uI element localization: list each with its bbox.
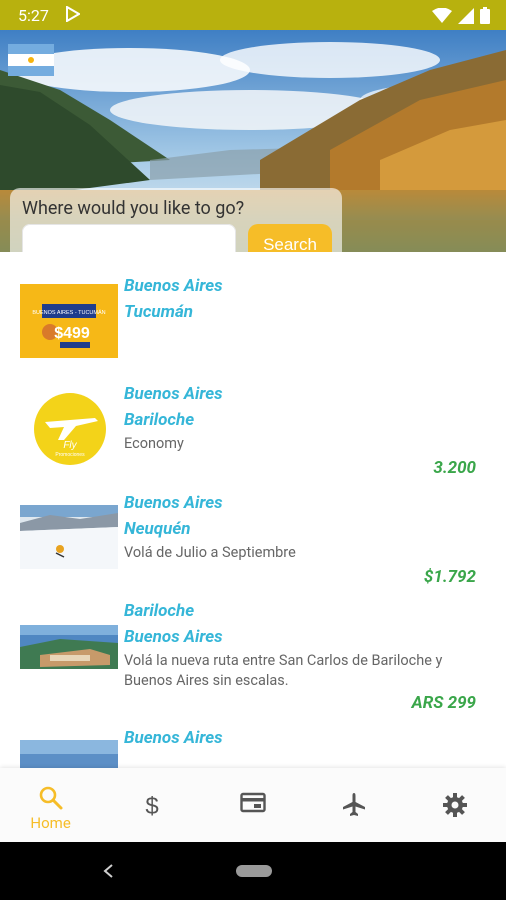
deal-card[interactable]: Bariloche Buenos Aires Volá la nueva rut… <box>0 597 506 713</box>
card-icon <box>240 792 266 813</box>
ski-slope-image <box>20 505 118 569</box>
coastal-town-image <box>20 625 118 669</box>
deal-origin: Buenos Aires <box>124 384 223 404</box>
deal-description: Volá de Julio a Septiembre <box>124 544 296 561</box>
airplane-icon <box>343 793 366 816</box>
deal-card[interactable]: BUENOS AIRES - TUCUMÁN $499 Buenos Aires… <box>0 272 506 384</box>
deal-origin: Bariloche <box>124 601 195 621</box>
deal-price: 3.200 <box>433 458 476 478</box>
deal-card[interactable]: Fly Promociones Buenos Aires Bariloche E… <box>0 380 506 492</box>
nav-home-label: Home <box>30 814 71 832</box>
bariloche-coast-thumbnail <box>20 625 118 669</box>
argentina-flag-icon[interactable] <box>8 44 54 76</box>
status-icons <box>432 7 490 24</box>
home-pill[interactable] <box>236 865 272 877</box>
fly-logo-thumbnail: Fly Promociones <box>20 392 118 466</box>
battery-icon <box>480 7 490 24</box>
search-button[interactable]: Search <box>248 224 332 252</box>
bottom-navigation: Home $ <box>0 768 506 842</box>
deals-list[interactable]: BUENOS AIRES - TUCUMÁN $499 Buenos Aires… <box>0 252 506 768</box>
deal-destination: Tucumán <box>124 302 194 322</box>
deal-description: Volá la nueva ruta entre San Carlos de B… <box>124 652 443 689</box>
deal-card[interactable]: Buenos Aires Neuquén Volá de Julio a Sep… <box>0 489 506 601</box>
svg-text:$: $ <box>145 793 158 820</box>
dollar-icon: $ <box>145 793 158 820</box>
deal-destination: Buenos Aires <box>124 627 223 647</box>
promo-price-text: $499 <box>54 325 90 342</box>
nav-cards[interactable] <box>202 768 303 842</box>
destination-search-input[interactable] <box>22 224 236 252</box>
partial-image <box>20 740 118 768</box>
neuquen-snow-thumbnail <box>20 505 118 569</box>
deal-destination: Neuquén <box>124 519 191 539</box>
play-store-icon <box>66 6 80 22</box>
deal-description: Economy <box>124 435 184 452</box>
nav-settings[interactable] <box>405 768 506 842</box>
deal-price: $1.792 <box>423 567 476 587</box>
search-panel: Where would you like to go? Search <box>10 188 342 252</box>
deal-card[interactable]: Buenos Aires <box>0 724 506 768</box>
status-time: 5:27 <box>18 6 49 25</box>
promo-badge-text: BUENOS AIRES - TUCUMÁN <box>32 309 105 316</box>
deal-destination: Bariloche <box>124 410 195 430</box>
wifi-icon <box>432 7 452 23</box>
gear-icon <box>443 793 468 817</box>
system-navigation-bar <box>0 842 506 900</box>
back-icon[interactable] <box>102 863 116 879</box>
partial-thumbnail <box>20 740 118 768</box>
search-icon <box>39 786 63 810</box>
status-bar: 5:27 <box>0 0 506 30</box>
signal-icon <box>458 7 474 24</box>
nav-flights[interactable] <box>304 768 405 842</box>
fly-logo-word: Fly <box>63 440 77 451</box>
promo-tucuman-thumbnail: BUENOS AIRES - TUCUMÁN $499 <box>20 284 118 358</box>
deal-price: ARS 299 <box>411 693 476 713</box>
nav-home[interactable]: Home <box>0 768 101 842</box>
deal-origin: Buenos Aires <box>124 493 223 513</box>
fly-logo-sub: Promociones <box>55 452 85 458</box>
fly-promociones-logo: Fly Promociones <box>34 393 106 465</box>
deal-origin: Buenos Aires <box>124 728 223 748</box>
promo-banner-image: BUENOS AIRES - TUCUMÁN $499 <box>32 304 106 348</box>
hero-landscape: Where would you like to go? Search <box>0 30 506 252</box>
search-title: Where would you like to go? <box>22 198 245 219</box>
deal-origin: Buenos Aires <box>124 276 223 296</box>
nav-deals[interactable]: $ <box>101 768 202 842</box>
